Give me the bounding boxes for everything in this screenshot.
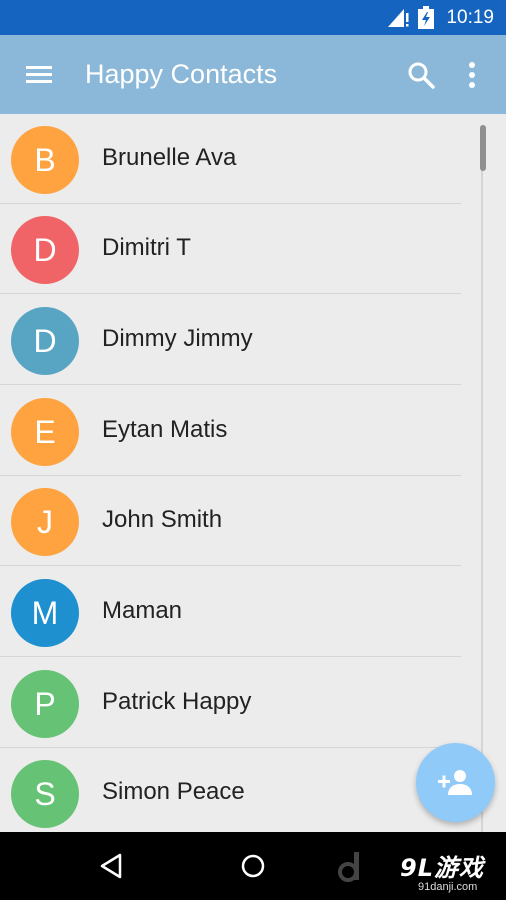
- contact-name: Dimmy Jimmy: [102, 325, 253, 352]
- avatar: D: [11, 216, 79, 284]
- contact-row[interactable]: M Maman: [0, 567, 461, 657]
- more-vert-icon[interactable]: [460, 59, 484, 91]
- contact-row[interactable]: J John Smith: [0, 476, 461, 566]
- contact-name: Dimitri T: [102, 234, 191, 261]
- watermark-url: 91danji.com: [418, 881, 478, 893]
- menu-icon[interactable]: [22, 59, 56, 89]
- status-time: 10:19: [446, 7, 494, 28]
- add-contact-button[interactable]: [416, 743, 495, 822]
- avatar: S: [11, 760, 79, 828]
- contact-name: Simon Peace: [102, 778, 245, 805]
- back-icon[interactable]: [98, 852, 126, 880]
- contact-name: Patrick Happy: [102, 688, 252, 715]
- contact-name: John Smith: [102, 506, 223, 533]
- watermark-brand: 9L游戏: [400, 854, 484, 882]
- contact-name: Maman: [102, 597, 183, 624]
- avatar: E: [11, 398, 79, 466]
- app-title: Happy Contacts: [85, 59, 278, 89]
- search-icon[interactable]: [405, 59, 437, 91]
- scrollbar-thumb[interactable]: [480, 125, 486, 171]
- contact-name: Brunelle Ava: [102, 144, 237, 171]
- contact-row[interactable]: B Brunelle Ava: [0, 114, 461, 204]
- contact-row[interactable]: D Dimmy Jimmy: [0, 295, 461, 385]
- avatar: M: [11, 579, 79, 647]
- contact-row[interactable]: P Patrick Happy: [0, 658, 461, 748]
- contact-row[interactable]: E Eytan Matis: [0, 386, 461, 476]
- avatar: B: [11, 126, 79, 194]
- contact-name: Eytan Matis: [102, 416, 228, 443]
- contact-list: B Brunelle Ava D Dimitri T D Dimmy Jimmy…: [0, 114, 506, 832]
- contact-row[interactable]: D Dimitri T: [0, 204, 461, 294]
- avatar: P: [11, 670, 79, 738]
- add-person-icon: [438, 770, 472, 795]
- home-icon[interactable]: [239, 852, 267, 880]
- divider: [0, 656, 461, 657]
- divider: [0, 293, 461, 294]
- app-bar: Happy Contacts: [0, 35, 506, 114]
- contact-row[interactable]: S Simon Peace: [0, 748, 461, 832]
- divider: [0, 384, 461, 385]
- watermark-logo-icon: [338, 852, 359, 882]
- divider: [0, 565, 461, 566]
- avatar: D: [11, 307, 79, 375]
- scrollbar-track: [481, 125, 483, 832]
- status-bar: 10:19: [0, 0, 506, 35]
- navigation-bar: 9L游戏 91danji.com: [0, 832, 506, 900]
- signal-warning-icon: [388, 9, 409, 27]
- avatar: J: [11, 488, 79, 556]
- battery-charging-icon: [418, 6, 434, 29]
